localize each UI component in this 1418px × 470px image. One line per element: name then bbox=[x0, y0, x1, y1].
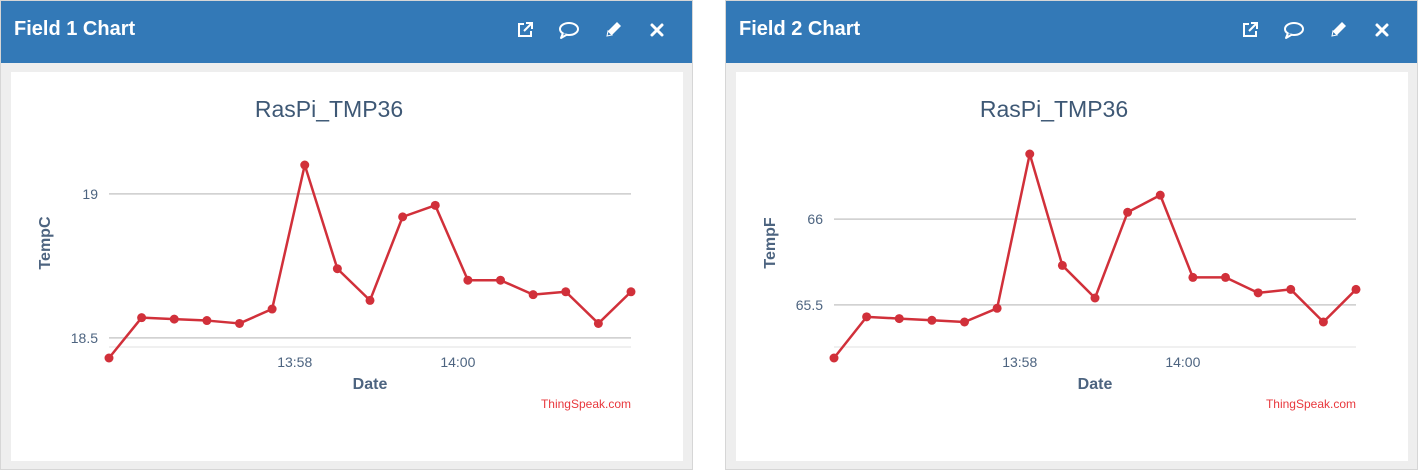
data-point[interactable] bbox=[267, 304, 277, 314]
data-point[interactable] bbox=[1155, 190, 1165, 200]
thingspeak-credit[interactable]: ThingSpeak.com bbox=[1266, 397, 1356, 411]
chart-area: RasPi_TMP36 TempF Date ThingSpeak.com 65… bbox=[736, 72, 1408, 461]
data-point[interactable] bbox=[332, 264, 342, 274]
data-point[interactable] bbox=[398, 212, 408, 222]
data-point[interactable] bbox=[829, 353, 839, 363]
header-icons bbox=[1221, 15, 1397, 45]
data-point[interactable] bbox=[992, 303, 1002, 313]
data-point[interactable] bbox=[300, 160, 310, 170]
x-tick-label: 14:00 bbox=[440, 354, 475, 370]
x-axis-label: Date bbox=[353, 376, 388, 393]
data-point[interactable] bbox=[1123, 207, 1133, 217]
data-point[interactable] bbox=[960, 317, 969, 327]
data-point[interactable] bbox=[927, 315, 937, 325]
x-axis-label: Date bbox=[1078, 376, 1113, 393]
x-tick-label: 14:00 bbox=[1165, 354, 1200, 370]
chart-title: RasPi_TMP36 bbox=[980, 96, 1128, 122]
data-point[interactable] bbox=[593, 318, 603, 328]
series-line bbox=[833, 152, 1357, 359]
y-tick-label: 18.5 bbox=[71, 330, 98, 346]
external-link-icon[interactable] bbox=[510, 15, 540, 45]
panel-title: Field 1 Chart bbox=[14, 18, 136, 40]
panel-header: Field 1 Chart bbox=[1, 1, 692, 63]
data-point[interactable] bbox=[169, 314, 179, 324]
field-1-chart-panel: Field 1 Chart RasPi_TMP36 TempC Date Thi… bbox=[0, 0, 693, 470]
line-chart: RasPi_TMP36 TempF Date ThingSpeak.com 65… bbox=[762, 96, 1361, 411]
y-axis-label: TempF bbox=[762, 217, 779, 268]
data-point[interactable] bbox=[202, 316, 212, 326]
field-2-chart-panel: Field 2 Chart RasPi_TMP36 TempF Date Thi… bbox=[725, 0, 1418, 470]
x-tick-label: 13:58 bbox=[277, 354, 312, 370]
data-point[interactable] bbox=[1188, 272, 1198, 282]
data-point[interactable] bbox=[1253, 288, 1263, 298]
data-point[interactable] bbox=[235, 318, 244, 328]
close-icon[interactable] bbox=[1367, 15, 1397, 45]
chart-area: RasPi_TMP36 TempC Date ThingSpeak.com 18… bbox=[11, 72, 683, 461]
data-point[interactable] bbox=[496, 275, 505, 285]
y-tick-label: 66 bbox=[807, 211, 823, 227]
pencil-icon[interactable] bbox=[1323, 15, 1353, 45]
data-point[interactable] bbox=[1351, 284, 1361, 294]
external-link-icon[interactable] bbox=[1235, 15, 1265, 45]
panel-title: Field 2 Chart bbox=[739, 18, 861, 40]
panel-header: Field 2 Chart bbox=[726, 1, 1417, 63]
comment-icon[interactable] bbox=[554, 15, 584, 45]
data-point[interactable] bbox=[528, 290, 538, 300]
data-point[interactable] bbox=[1025, 149, 1035, 159]
data-point[interactable] bbox=[365, 295, 375, 305]
data-point[interactable] bbox=[894, 314, 904, 324]
chart-title: RasPi_TMP36 bbox=[255, 96, 403, 122]
y-tick-label: 65.5 bbox=[796, 297, 823, 313]
comment-icon[interactable] bbox=[1279, 15, 1309, 45]
data-point[interactable] bbox=[430, 200, 440, 210]
header-icons bbox=[496, 15, 672, 45]
data-point[interactable] bbox=[1221, 272, 1230, 282]
data-point[interactable] bbox=[1090, 293, 1100, 303]
close-icon[interactable] bbox=[642, 15, 672, 45]
data-point[interactable] bbox=[1286, 284, 1296, 294]
thingspeak-credit[interactable]: ThingSpeak.com bbox=[541, 397, 631, 411]
data-point[interactable] bbox=[463, 275, 473, 285]
data-point[interactable] bbox=[862, 312, 872, 322]
data-point[interactable] bbox=[137, 313, 147, 323]
data-point[interactable] bbox=[104, 353, 114, 363]
data-point[interactable] bbox=[1057, 260, 1067, 270]
data-point[interactable] bbox=[1318, 317, 1328, 327]
x-tick-label: 13:58 bbox=[1002, 354, 1037, 370]
data-point[interactable] bbox=[561, 287, 571, 297]
line-chart: RasPi_TMP36 TempC Date ThingSpeak.com 18… bbox=[37, 96, 636, 411]
pencil-icon[interactable] bbox=[598, 15, 628, 45]
y-tick-label: 19 bbox=[82, 186, 98, 202]
data-point[interactable] bbox=[626, 287, 636, 297]
y-axis-label: TempC bbox=[37, 216, 54, 269]
